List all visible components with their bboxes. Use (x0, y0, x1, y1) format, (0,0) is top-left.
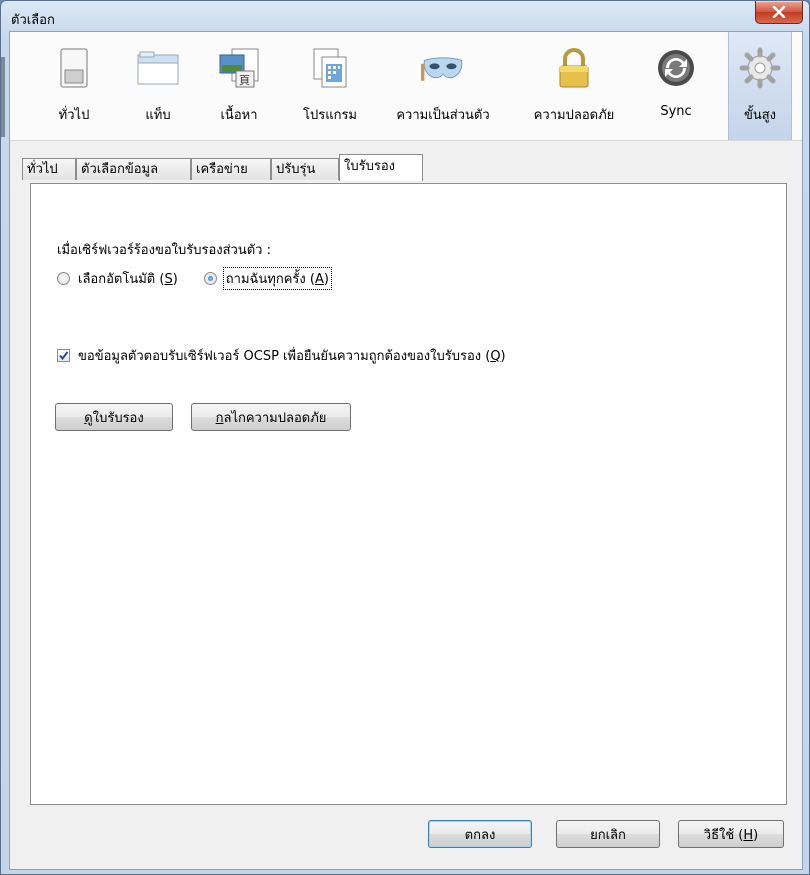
toolbar-label: ความปลอดภัย (533, 108, 615, 123)
ocsp-checkbox[interactable] (57, 349, 70, 362)
tab-certificates[interactable]: ใบรับรอง (339, 154, 423, 181)
security-lock-icon (552, 46, 596, 90)
radio-ask-every-time[interactable] (203, 272, 217, 285)
view-certificates-button[interactable]: ดูใบรับรอง (55, 403, 173, 431)
toolbar-label: ความเป็นส่วนตัว (396, 108, 490, 123)
checkmark-icon (59, 351, 69, 361)
radio-auto-label[interactable]: เลือกอัตโนมัติ (S) (78, 268, 178, 289)
advanced-gear-icon (738, 46, 782, 90)
tab-label: ใบรับรอง (344, 159, 395, 174)
applications-icon (308, 46, 352, 90)
tab-label: ปรับรุ่น (276, 162, 316, 177)
content-icon: 頁 (217, 46, 261, 90)
window-title: ตัวเลือก (11, 13, 55, 28)
toolbar-item-tabs[interactable]: แท็บ (128, 32, 188, 140)
toolbar-label: เนื้อหา (220, 108, 258, 123)
general-switch-icon (52, 46, 96, 90)
tab-data-choices[interactable]: ตัวเลือกข้อมูล (76, 158, 191, 180)
certificates-panel: เมื่อเซิร์ฟเวอร์ร้องขอใบรับรองส่วนตัว : … (30, 183, 787, 805)
toolbar-item-general[interactable]: ทั่วไป (44, 32, 104, 140)
security-devices-button[interactable]: กลไกความปลอดภัย (191, 403, 351, 431)
tab-update[interactable]: ปรับรุ่น (271, 158, 339, 180)
radio-ask-label[interactable]: ถามฉันทุกครั้ง (A) (222, 267, 332, 290)
toolbar-label: ขั้นสูง (743, 108, 777, 123)
tab-label: ตัวเลือกข้อมูล (81, 162, 159, 177)
tab-network[interactable]: เครือข่าย (191, 158, 271, 180)
ocsp-label[interactable]: ขอข้อมูลตัวตอบรับเซิร์ฟเวอร์ OCSP เพื่อย… (78, 345, 506, 366)
options-window: ตัวเลือก ทั่วไป แท็บ 頁 เนื้อหา โปรแกรม ค… (0, 0, 810, 875)
toolbar-item-content[interactable]: 頁 เนื้อหา (206, 32, 272, 140)
ok-button[interactable]: ตกลง (428, 820, 532, 848)
sync-icon (654, 46, 698, 90)
svg-text:頁: 頁 (239, 74, 250, 87)
toolbar-item-security[interactable]: ความปลอดภัย (522, 32, 626, 140)
toolbar-label: ทั่วไป (58, 108, 90, 123)
tab-general[interactable]: ทั่วไป (22, 158, 76, 180)
window-edge-strip (1, 57, 5, 137)
tabs-window-icon (136, 46, 180, 90)
certificate-choice-group: เลือกอัตโนมัติ (S) ถามฉันทุกครั้ง (A) (57, 267, 332, 290)
radio-select-automatically[interactable] (57, 272, 70, 285)
toolbar-item-applications[interactable]: โปรแกรม (292, 32, 368, 140)
ocsp-row: ขอข้อมูลตัวตอบรับเซิร์ฟเวอร์ OCSP เพื่อย… (57, 345, 506, 366)
certificate-request-label: เมื่อเซิร์ฟเวอร์ร้องขอใบรับรองส่วนตัว : (57, 243, 271, 258)
privacy-mask-icon (421, 46, 465, 90)
help-button[interactable]: วิธีใช้ (H) (678, 820, 784, 848)
preferences-toolbar: ทั่วไป แท็บ 頁 เนื้อหา โปรแกรม ความเป็นส่… (10, 32, 802, 141)
toolbar-label: โปรแกรม (302, 108, 358, 123)
toolbar-label: แท็บ (145, 108, 171, 123)
toolbar-item-sync[interactable]: Sync (648, 32, 704, 140)
tab-label: เครือข่าย (196, 162, 248, 177)
dialog-body: ทั่วไป แท็บ 頁 เนื้อหา โปรแกรม ความเป็นส่… (9, 31, 803, 870)
toolbar-label: Sync (660, 104, 692, 119)
close-button[interactable] (755, 1, 803, 24)
close-icon (772, 6, 786, 18)
toolbar-item-advanced[interactable]: ขั้นสูง (728, 32, 792, 140)
toolbar-item-privacy[interactable]: ความเป็นส่วนตัว (382, 32, 504, 140)
title-bar[interactable]: ตัวเลือก (1, 1, 809, 31)
tab-label: ทั่วไป (27, 162, 58, 177)
cancel-button[interactable]: ยกเลิก (556, 820, 660, 848)
